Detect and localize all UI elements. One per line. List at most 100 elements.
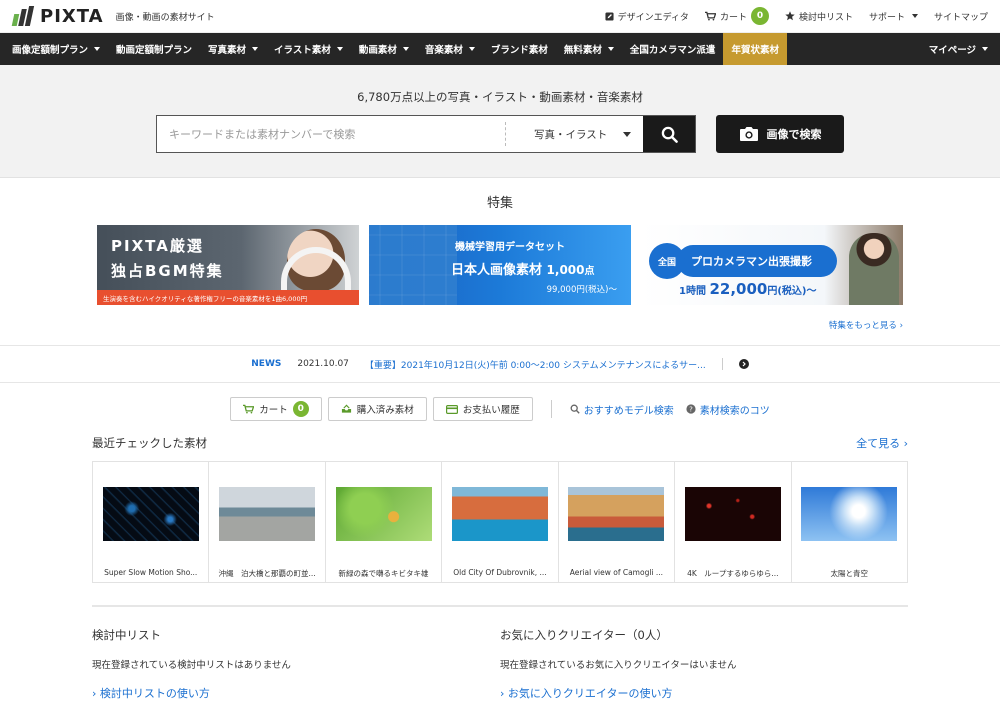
photo-grid-image (369, 225, 457, 305)
nav-new-year-card[interactable]: 年賀状素材 (723, 33, 787, 65)
nav-image-subscription[interactable]: 画像定額制プラン (4, 33, 108, 65)
nav-photographer-dispatch[interactable]: 全国カメラマン派遣 (622, 33, 724, 65)
chevron-down-icon (911, 14, 918, 18)
payment-history-label: お支払い履歴 (462, 405, 520, 416)
cart-icon (704, 11, 716, 21)
nav-photos[interactable]: 写真素材 (200, 33, 266, 65)
wishlist-empty-text: 現在登録されている検討中リストはありません (92, 660, 291, 671)
recent-item[interactable]: 4K ループするゆらゆら... (675, 462, 792, 582)
nav-free[interactable]: 無料素材 (556, 33, 622, 65)
thumbnail-caption: Old City Of Dubrovnik, ... (453, 568, 547, 577)
design-editor-link[interactable]: デザインエディタ (605, 10, 689, 23)
thumbnail-caption: Aerial view of Camogli ... (569, 568, 664, 577)
news-divider (721, 358, 723, 370)
recommended-model-search-link[interactable]: おすすめモデル検索 (570, 402, 674, 417)
site-tagline: 画像・動画の素材サイト (115, 12, 215, 23)
recent-item[interactable]: 沖縄 泊大橋と那覇の町並... (209, 462, 326, 582)
nav-brand[interactable]: ブランド素材 (483, 33, 556, 65)
quick-buttons-divider (550, 400, 552, 418)
recent-item[interactable]: Old City Of Dubrovnik, ... (442, 462, 559, 582)
thumbnail-caption: 沖縄 泊大橋と那覇の町並... (218, 569, 316, 578)
nav-videos[interactable]: 動画素材 (351, 33, 417, 65)
top-links: デザインエディタ カート 0 検討中リスト サポート サイトマップ (605, 7, 988, 25)
search-category-label: 写真・イラスト (534, 128, 608, 141)
quick-cart-count: 0 (292, 401, 309, 417)
favorites-title: お気に入りクリエイター（0人） (500, 628, 668, 642)
search-input[interactable] (157, 116, 505, 152)
wishlist-label: 検討中リスト (798, 12, 853, 23)
design-editor-label: デザインエディタ (617, 12, 689, 23)
search-tips-link[interactable]: ? 素材検索のコツ (686, 402, 770, 417)
star-icon (785, 11, 795, 21)
banner-photographer-price: 1時間 22,000円(税込)～ (679, 280, 816, 298)
logo-text: PIXTA (40, 5, 104, 27)
help-icon: ? (686, 404, 696, 414)
nav-label: 写真素材 (208, 45, 247, 56)
price-prefix: 1時間 (679, 286, 706, 297)
image-search-button[interactable]: 画像で検索 (716, 115, 844, 153)
search-icon (570, 404, 580, 414)
search-category-select[interactable]: 写真・イラスト (505, 122, 643, 146)
wishlist-howto-link[interactable]: › 検討中リストの使い方 (92, 685, 500, 701)
price-value: 22,000 (709, 280, 768, 298)
credit-card-icon (445, 404, 458, 414)
svg-text:?: ? (689, 406, 693, 414)
wishlist-title: 検討中リスト (92, 628, 161, 642)
pixta-logo[interactable]: PIXTA (11, 5, 104, 27)
support-link[interactable]: サポート (869, 10, 918, 23)
nav-video-subscription[interactable]: 動画定額制プラン (108, 33, 200, 65)
thumbnail-image (451, 487, 548, 541)
recent-see-all-link[interactable]: 全て見る › (856, 435, 908, 451)
nav-label: ブランド素材 (490, 45, 548, 56)
sitemap-link[interactable]: サイトマップ (934, 10, 988, 23)
chevron-right-icon (742, 361, 746, 367)
recent-item[interactable]: 太陽と青空 (792, 462, 907, 582)
favorites-howto-link[interactable]: › お気に入りクリエイターの使い方 (500, 685, 908, 701)
banner-dataset[interactable]: 機械学習用データセット 日本人画像素材 1,000点 99,000円(税込)～ (369, 225, 631, 305)
banner-photographer-pill: プロカメラマン出張撮影 (677, 245, 837, 277)
thumbnail-caption: Super Slow Motion Sho... (104, 568, 198, 577)
section-divider (92, 605, 908, 607)
news-next-button[interactable] (738, 359, 749, 369)
banner-photographer[interactable]: プロカメラマン出張撮影 全国 1時間 22,000円(税込)～ (641, 225, 903, 305)
feature-section: 特集 PIXTA厳選 独占BGM特集 生演奏を含むハイクオリティな著作権フリーの… (0, 178, 1000, 331)
payment-history-button[interactable]: お支払い履歴 (432, 397, 533, 421)
banner-bgm-strip: 生演奏を含むハイクオリティな著作権フリーの音楽素材を1曲6,000円 (97, 290, 359, 305)
search-tips-label: 素材検索のコツ (699, 405, 770, 417)
purchased-button[interactable]: 購入済み素材 (327, 397, 427, 421)
cart-count-badge: 0 (750, 7, 769, 25)
banner-bgm[interactable]: PIXTA厳選 独占BGM特集 生演奏を含むハイクオリティな著作権フリーの音楽素… (97, 225, 359, 305)
news-bar: NEWS 2021.10.07 【重要】2021年10月12日(火)午前 0:0… (0, 345, 1000, 383)
banner-dataset-line2: 日本人画像素材 1,000点 (451, 259, 595, 278)
recent-item[interactable]: 新緑の森で囀るキビタキ雄 (326, 462, 443, 582)
search-button[interactable] (643, 116, 695, 152)
news-headline-link[interactable]: 【重要】2021年10月12日(火)午前 0:00～2:00 システムメンテナン… (365, 358, 706, 371)
thumbnail-caption: 太陽と青空 (830, 569, 868, 578)
nav-illustrations[interactable]: イラスト素材 (266, 33, 351, 65)
feature-more-anchor[interactable]: 特集をもっと見る › (829, 321, 903, 331)
recent-thumbnails: Super Slow Motion Sho... 沖縄 泊大橋と那覇の町並...… (92, 461, 908, 583)
search-box: 写真・イラスト (156, 115, 696, 153)
recent-header: 最近チェックした素材 全て見る › (92, 435, 908, 451)
feature-title: 特集 (486, 196, 513, 211)
quick-buttons: カート 0 購入済み素材 お支払い履歴 おすすめモデル検索 ? 素材検索のコツ (0, 397, 1000, 421)
news-label: NEWS (251, 359, 282, 369)
recent-item[interactable]: Super Slow Motion Sho... (93, 462, 210, 582)
recommended-model-search-label: おすすめモデル検索 (583, 405, 674, 417)
nav-label: 全国カメラマン派遣 (629, 45, 716, 56)
thumbnail-image (801, 487, 898, 541)
nav-label: 動画定額制プラン (116, 45, 193, 56)
photographer-image (849, 233, 899, 305)
nav-label: イラスト素材 (274, 45, 331, 56)
thumbnail-image (102, 487, 199, 541)
edit-icon (605, 11, 614, 21)
quick-cart-button[interactable]: カート 0 (230, 397, 322, 421)
wishlist-link[interactable]: 検討中リスト (785, 10, 853, 23)
nav-mypage[interactable]: マイページ (921, 33, 1000, 65)
cart-link[interactable]: カート 0 (704, 7, 769, 25)
lists-section: 検討中リスト 現在登録されている検討中リストはありません › 検討中リストの使い… (92, 627, 908, 701)
recent-item[interactable]: Aerial view of Camogli ... (559, 462, 676, 582)
recent-title: 最近チェックした素材 (92, 436, 207, 450)
favorites-empty-text: 現在登録されているお気に入りクリエイターはいません (500, 660, 737, 671)
nav-music[interactable]: 音楽素材 (417, 33, 483, 65)
